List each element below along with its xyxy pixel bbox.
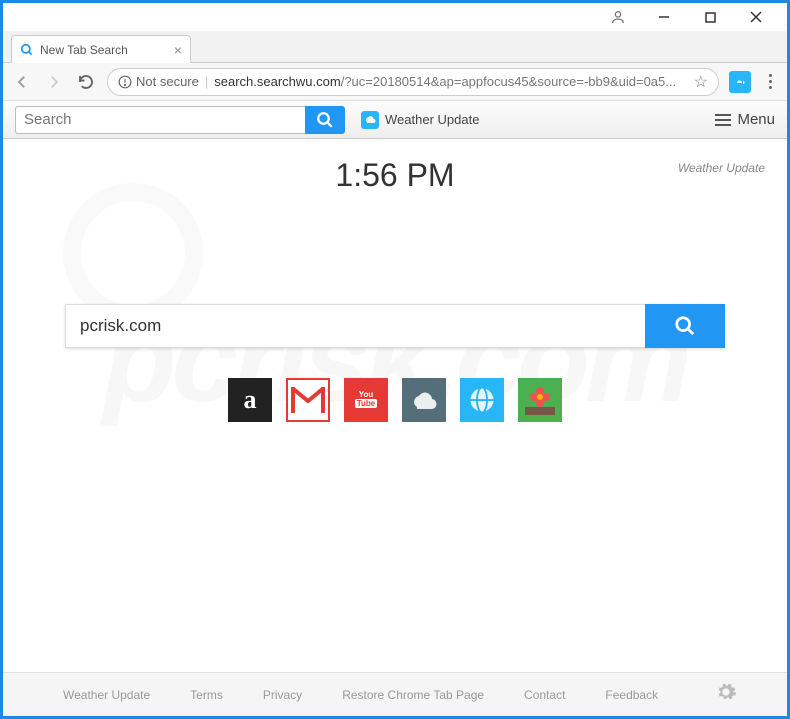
toolbar-search-input[interactable] [15,106,305,134]
menu-label: Menu [737,111,775,128]
footer-weather[interactable]: Weather Update [63,688,150,702]
user-icon[interactable] [595,9,641,25]
search-icon [20,43,34,57]
chrome-menu-button[interactable] [761,74,779,89]
browser-tab[interactable]: New Tab Search × [11,35,191,63]
not-secure-label: Not secure [136,74,199,89]
window-titlebar [3,3,787,31]
minimize-button[interactable] [641,3,687,31]
close-icon[interactable]: × [174,42,182,58]
shortcut-youtube[interactable]: YouTube [344,378,388,422]
close-button[interactable] [733,3,779,31]
extension-icon[interactable] [729,71,751,93]
address-bar: Not secure | search.searchwu.com/?uc=201… [3,63,787,101]
page-menu-button[interactable]: Menu [715,111,775,128]
security-indicator[interactable]: Not secure [118,74,199,89]
shortcuts-row: a YouTube [3,378,787,422]
footer-restore[interactable]: Restore Chrome Tab Page [342,688,484,702]
footer-contact[interactable]: Contact [524,688,565,702]
shortcut-weather[interactable] [402,378,446,422]
shortcut-gmail[interactable] [286,378,330,422]
url-text: search.searchwu.com/?uc=20180514&ap=appf… [214,74,687,89]
weather-label: Weather Update [385,112,479,127]
maximize-button[interactable] [687,3,733,31]
footer-feedback[interactable]: Feedback [605,688,658,702]
footer-privacy[interactable]: Privacy [263,688,302,702]
toolbar-search [15,106,345,134]
main-search-button[interactable] [645,304,725,348]
tab-title: New Tab Search [40,43,128,57]
page-toolbar: Weather Update Menu [3,101,787,139]
toolbar-weather-link[interactable]: Weather Update [361,111,479,129]
main-search [65,304,725,348]
toolbar-search-button[interactable] [305,106,345,134]
hamburger-icon [715,114,731,126]
omnibox[interactable]: Not secure | search.searchwu.com/?uc=201… [107,68,719,96]
gear-icon[interactable] [715,681,737,709]
back-button[interactable] [11,71,33,93]
reload-button[interactable] [75,71,97,93]
main-search-input[interactable] [65,304,645,348]
forward-button [43,71,65,93]
shortcut-amazon[interactable]: a [228,378,272,422]
bookmark-icon[interactable]: ☆ [694,72,708,92]
weather-update-link[interactable]: Weather Update [678,161,765,175]
clock: 1:56 PM [3,157,787,194]
page-content: 1:56 PM Weather Update a YouTube [3,139,787,422]
cloud-icon [361,111,379,129]
shortcut-browser[interactable] [460,378,504,422]
footer-terms[interactable]: Terms [190,688,223,702]
tab-bar: New Tab Search × [3,31,787,63]
footer: Weather Update Terms Privacy Restore Chr… [3,672,787,716]
shortcut-flower[interactable] [518,378,562,422]
